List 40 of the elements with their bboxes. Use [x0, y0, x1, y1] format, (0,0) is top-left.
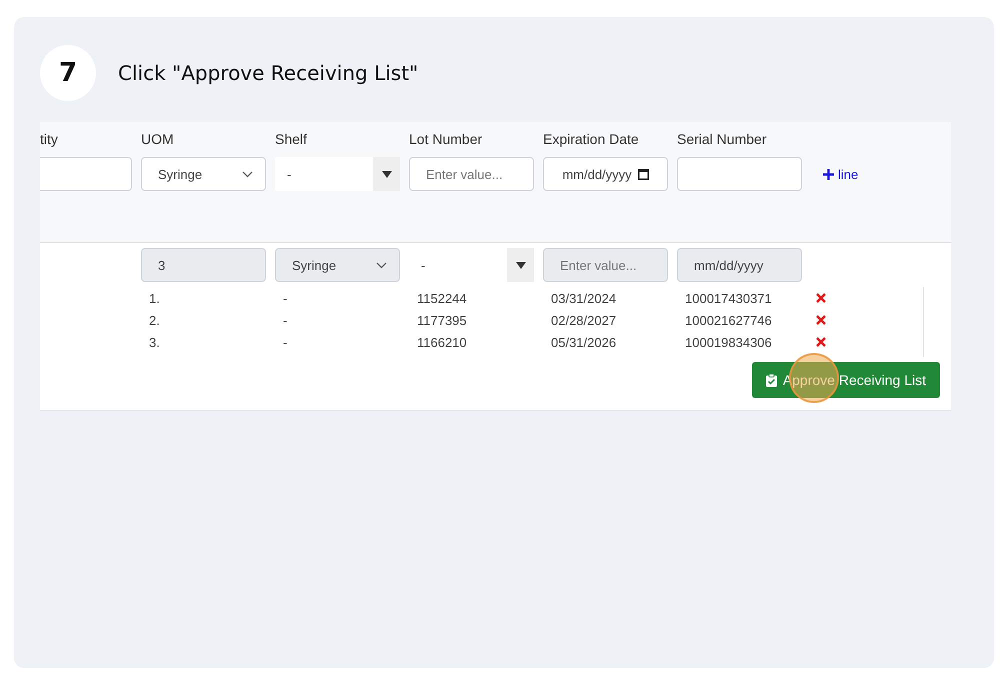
caret-icon	[382, 170, 392, 178]
line-number: 1.	[148, 290, 161, 306]
step-instruction: Click "Approve Receiving List"	[118, 61, 418, 85]
chevron-icon	[376, 262, 387, 268]
table-cell-text: -	[282, 334, 288, 350]
select-field[interactable]: Syringe	[141, 157, 266, 191]
line-number: 3.	[148, 334, 161, 350]
table-cell-text: 02/28/2027	[550, 312, 618, 328]
chevron-icon	[242, 170, 253, 178]
column-header: Expiration Date	[543, 131, 639, 147]
table-cell-text: 100017430371	[684, 290, 773, 306]
caret-icon	[516, 262, 526, 268]
delete-icon[interactable]	[816, 292, 826, 302]
line-number: 2.	[148, 312, 161, 328]
column-header: tity	[40, 131, 58, 147]
table-cell-text: 1166210	[416, 334, 468, 350]
combo-field[interactable]: -	[275, 157, 400, 191]
table-cell-text: 100019834306	[684, 334, 773, 350]
input-field[interactable]	[677, 157, 802, 191]
input-field[interactable]: Enter value...	[409, 157, 534, 191]
input-field[interactable]	[40, 157, 132, 191]
column-header: Serial Number	[677, 131, 766, 147]
table-cell-text: -	[282, 290, 288, 306]
table-cell-text: -	[282, 312, 288, 328]
table-cell-text: 1177395	[416, 312, 468, 328]
column-header: Lot Number	[409, 131, 482, 147]
table-cell-text: 05/31/2026	[550, 334, 618, 350]
add-line-link[interactable]: line	[823, 166, 858, 182]
table-cell-text: 03/31/2024	[550, 290, 618, 306]
plus-icon	[823, 168, 834, 180]
delete-icon[interactable]	[816, 336, 826, 346]
table-cell-text: 1152244	[416, 290, 468, 306]
step-number: 7	[40, 45, 96, 101]
date-field[interactable]: mm/dd/yyyy	[543, 157, 668, 191]
column-header: Shelf	[275, 131, 307, 147]
column-header: UOM	[141, 131, 174, 147]
delete-icon[interactable]	[816, 314, 826, 324]
table-cell-text: 100021627746	[684, 312, 773, 328]
calendar-icon	[638, 168, 649, 180]
clipboard-check-icon	[766, 374, 777, 386]
